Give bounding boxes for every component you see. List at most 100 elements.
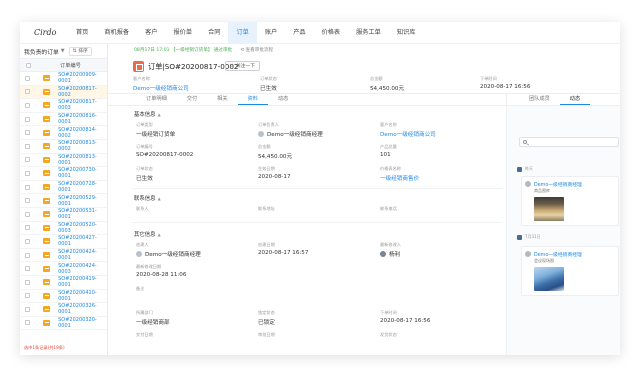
order-code-link[interactable]: SO#20200424-0001: [58, 249, 107, 261]
list-item[interactable]: SO#20200531-0001: [20, 208, 107, 222]
attachment-image[interactable]: [534, 197, 564, 221]
attachment-image[interactable]: [534, 267, 564, 291]
activity-tab[interactable]: 动态: [559, 93, 591, 105]
view-selector[interactable]: 我负责的订单: [24, 47, 59, 56]
row-checkbox[interactable]: [25, 184, 31, 190]
list-item[interactable]: SO#20200813-0001: [20, 154, 107, 168]
row-checkbox[interactable]: [25, 293, 31, 299]
row-checkbox[interactable]: [25, 225, 31, 231]
list-item[interactable]: SO#20200728-0001: [20, 181, 107, 195]
order-code-link[interactable]: SO#20200813-0001: [58, 154, 107, 166]
detail-tab[interactable]: 交付: [177, 93, 207, 105]
order-code-link[interactable]: SO#20200529-0001: [58, 195, 107, 207]
row-checkbox[interactable]: [25, 266, 31, 272]
detail-tab[interactable]: 动态: [268, 93, 298, 105]
field-value: 已生效: [260, 86, 277, 92]
order-code-link[interactable]: SO#20200813-0002: [58, 140, 107, 152]
order-code-link[interactable]: SO#20200730-0001: [58, 167, 107, 179]
sort-button[interactable]: ⇅ 排序: [68, 46, 92, 56]
feed-author[interactable]: Demo一级经销商经理: [534, 181, 582, 188]
detail-tab[interactable]: 订单明细: [136, 93, 177, 105]
nav-item[interactable]: 订单: [228, 22, 257, 44]
list-item[interactable]: SO#20200909-0001: [20, 72, 107, 86]
order-code-link[interactable]: SO#20200817-0002: [58, 86, 107, 98]
list-item[interactable]: SO#20200529-0001: [20, 194, 107, 208]
section-basic[interactable]: 基本信息 ▲: [134, 110, 161, 118]
field-label: 联系人: [136, 206, 149, 211]
list-item[interactable]: SO#20200320-0001: [20, 317, 107, 331]
list-item[interactable]: SO#20200816-0001: [20, 113, 107, 127]
column-order-code[interactable]: 订单编号: [60, 62, 81, 69]
row-checkbox[interactable]: [25, 170, 31, 176]
row-checkbox[interactable]: [25, 252, 31, 258]
pricelist-link[interactable]: 一级经销商售价: [380, 174, 419, 182]
nav-item[interactable]: 价格表: [314, 22, 349, 44]
row-checkbox[interactable]: [25, 320, 31, 326]
nav-item[interactable]: 知识库: [389, 22, 424, 44]
list-item[interactable]: SO#20200817-0002: [20, 85, 107, 100]
order-code-link[interactable]: SO#20200520-0003: [58, 222, 107, 234]
activity-search-input[interactable]: [519, 137, 619, 147]
feed-card[interactable]: Demo一级经销商经理 商品图库: [521, 176, 619, 226]
order-icon: [133, 61, 144, 72]
row-checkbox[interactable]: [25, 116, 31, 122]
order-code-link[interactable]: SO#20200320-0001: [58, 317, 107, 329]
feed-author[interactable]: Demo一级经销商经理: [534, 251, 582, 258]
approval-text: 08月17日 17:01 【一级经销订货单】 通过审批: [134, 48, 233, 53]
list-item[interactable]: SO#20200419-0001: [20, 276, 107, 290]
nav-item[interactable]: 报价单: [166, 22, 201, 44]
row-checkbox[interactable]: [25, 238, 31, 244]
select-all-checkbox[interactable]: [25, 62, 31, 68]
feed-card[interactable]: Demo一级经销商经理 会议现场图: [521, 246, 619, 296]
order-code-link[interactable]: SO#20200410-0001: [58, 290, 107, 302]
list-item[interactable]: SO#20200520-0003: [20, 222, 107, 236]
order-code-link[interactable]: SO#20200427-0001: [58, 235, 107, 247]
feed-date: 7月31日: [517, 234, 541, 240]
row-checkbox[interactable]: [25, 130, 31, 136]
row-checkbox[interactable]: [25, 75, 31, 81]
order-code-link[interactable]: SO#20200424-0003: [58, 263, 107, 275]
nav-item[interactable]: 商机报备: [96, 22, 137, 44]
order-code-link[interactable]: SO#20200814-0002: [58, 127, 107, 139]
nav-item[interactable]: 客户: [137, 22, 165, 44]
row-checkbox[interactable]: [25, 143, 31, 149]
list-item[interactable]: SO#20200730-0001: [20, 167, 107, 181]
list-item[interactable]: SO#20200813-0002: [20, 140, 107, 154]
activity-tab[interactable]: 团队成员: [519, 93, 560, 105]
list-item[interactable]: SO#20200817-0003: [20, 99, 107, 113]
nav-item[interactable]: 账户: [257, 22, 285, 44]
order-code-link[interactable]: SO#20200728-0001: [58, 181, 107, 193]
order-code-link[interactable]: SO#20200531-0001: [58, 208, 107, 220]
row-checkbox[interactable]: [25, 306, 31, 312]
list-item[interactable]: SO#20200814-0002: [20, 126, 107, 140]
order-code-link[interactable]: SO#20200419-0001: [58, 276, 107, 288]
customer-link[interactable]: Demo一级经销商公司: [133, 84, 189, 92]
order-code-link[interactable]: SO#20200817-0003: [58, 99, 107, 111]
list-item[interactable]: SO#20200424-0003: [20, 262, 107, 276]
row-checkbox[interactable]: [25, 89, 31, 95]
customer-link[interactable]: Demo一级经销商公司: [380, 130, 436, 138]
row-checkbox[interactable]: [25, 157, 31, 163]
section-other[interactable]: 其它信息 ▲: [134, 230, 161, 238]
list-item[interactable]: SO#20200424-0001: [20, 249, 107, 263]
nav-item[interactable]: 合同: [200, 22, 228, 44]
view-approval-link[interactable]: ⟲ 查看审批流程: [240, 47, 273, 53]
row-checkbox[interactable]: [25, 102, 31, 108]
nav-item[interactable]: 产品: [285, 22, 313, 44]
list-item[interactable]: SO#20200427-0001: [20, 235, 107, 249]
order-code-link[interactable]: SO#20200909-0001: [58, 72, 107, 84]
follow-button[interactable]: ☆ 关注一下: [225, 61, 261, 71]
row-checkbox[interactable]: [25, 279, 31, 285]
detail-tab[interactable]: 资料: [237, 93, 268, 105]
order-code-link[interactable]: SO#20200816-0001: [58, 113, 107, 125]
list-item[interactable]: SO#20200326-0001: [20, 303, 107, 317]
order-code-link[interactable]: SO#20200326-0001: [58, 303, 107, 315]
detail-tab[interactable]: 相关: [207, 93, 237, 105]
section-contact[interactable]: 联系信息 ▲: [134, 194, 161, 202]
nav-item[interactable]: 首页: [68, 22, 96, 44]
nav-item[interactable]: 服务工单: [348, 22, 389, 44]
chevron-down-icon[interactable]: ▼: [61, 48, 65, 54]
row-checkbox[interactable]: [25, 198, 31, 204]
list-item[interactable]: SO#20200410-0001: [20, 290, 107, 304]
row-checkbox[interactable]: [25, 211, 31, 217]
